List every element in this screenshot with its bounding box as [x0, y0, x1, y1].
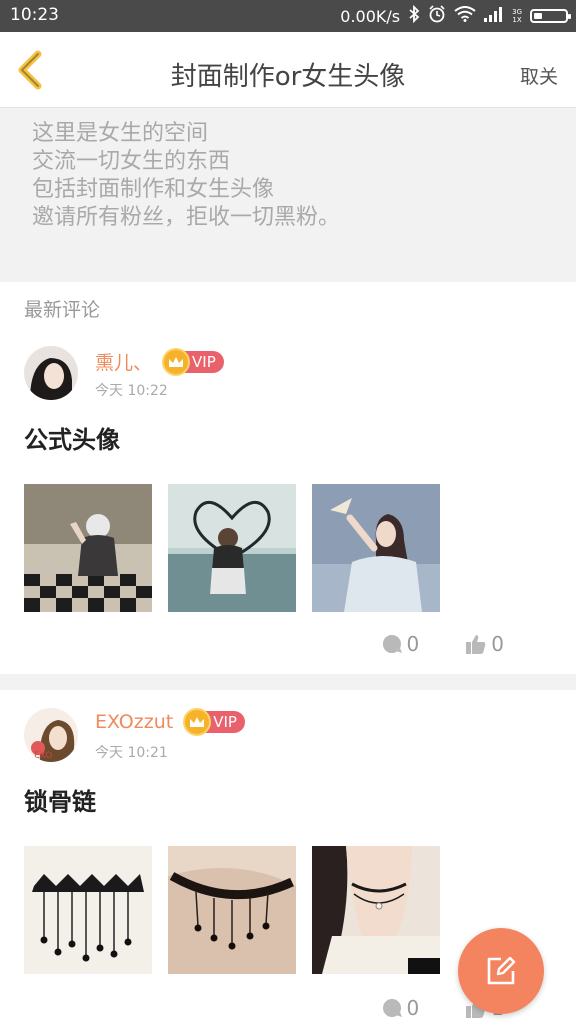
- page-title: 封面制作or女生头像: [170, 62, 406, 92]
- section-label-latest-comments: 最新评论: [0, 282, 576, 328]
- post-image[interactable]: [312, 484, 440, 612]
- post-images: [24, 484, 440, 612]
- comment-count-value: 0: [406, 632, 420, 656]
- post-stats: 0 0: [381, 632, 504, 656]
- crown-icon: [162, 347, 191, 376]
- description-line: 交流一切女生的东西: [32, 149, 231, 174]
- username[interactable]: 熏儿、: [95, 348, 152, 375]
- thumbs-up-icon: [466, 635, 486, 654]
- user-row: EXOzzut VIP: [95, 708, 245, 736]
- network-type-bottom: 1X: [512, 16, 522, 24]
- signal-icon: [484, 6, 504, 26]
- description-line: 这里是女生的空间: [32, 121, 209, 146]
- status-time: 10:23: [10, 5, 59, 25]
- battery-icon: [530, 9, 571, 23]
- post-time: 今天 10:21: [95, 745, 168, 761]
- unfollow-button[interactable]: 取关: [520, 62, 558, 89]
- post-title[interactable]: 公式头像: [24, 420, 120, 455]
- post-images: [24, 846, 440, 974]
- avatar[interactable]: [24, 346, 78, 400]
- network-type-top: 3G: [512, 8, 522, 16]
- avatar[interactable]: EXO: [24, 708, 78, 762]
- post-image[interactable]: [24, 484, 152, 612]
- description-line: 包括封面制作和女生头像: [32, 177, 275, 202]
- comment-count[interactable]: 0: [381, 996, 420, 1020]
- net-speed: 0.00K/s: [340, 6, 401, 26]
- post-card[interactable]: 熏儿、 VIP 今天 10:22 公式头像 0 0: [0, 328, 576, 674]
- user-row: 熏儿、 VIP: [95, 347, 224, 376]
- vip-badge: VIP: [183, 708, 245, 736]
- crown-icon: [183, 708, 212, 736]
- like-count-value: 0: [491, 632, 504, 656]
- wifi-icon: [454, 6, 476, 26]
- svg-text:EXO: EXO: [34, 751, 52, 761]
- post-image[interactable]: [24, 846, 152, 974]
- edit-icon: [487, 956, 516, 985]
- bluetooth-icon: [408, 4, 420, 27]
- username[interactable]: EXOzzut: [95, 711, 173, 733]
- vip-badge: VIP: [162, 347, 224, 376]
- comment-count[interactable]: 0: [381, 632, 420, 656]
- alarm-icon: [428, 5, 446, 27]
- post-image[interactable]: [168, 484, 296, 612]
- group-description: 这里是女生的空间 交流一切女生的东西 包括封面制作和女生头像 邀请所有粉丝，拒收…: [0, 108, 576, 268]
- description-line: 邀请所有粉丝，拒收一切黑粉。: [32, 205, 341, 230]
- post-image[interactable]: [168, 846, 296, 974]
- comment-icon: [382, 999, 402, 1017]
- top-bar: 封面制作or女生头像 取关: [0, 32, 576, 108]
- like-count[interactable]: 0: [465, 632, 504, 656]
- post-image[interactable]: [312, 846, 440, 974]
- network-type: 3G 1X: [512, 8, 522, 24]
- post-title[interactable]: 锁骨链: [24, 782, 96, 817]
- compose-button[interactable]: [458, 928, 544, 1014]
- comment-icon: [382, 634, 402, 653]
- status-icons: 0.00K/s 3G 1X: [340, 4, 571, 28]
- post-time: 今天 10:22: [95, 383, 168, 399]
- status-bar: 10:23 0.00K/s 3G 1X: [0, 0, 576, 32]
- comment-count-value: 0: [406, 996, 420, 1020]
